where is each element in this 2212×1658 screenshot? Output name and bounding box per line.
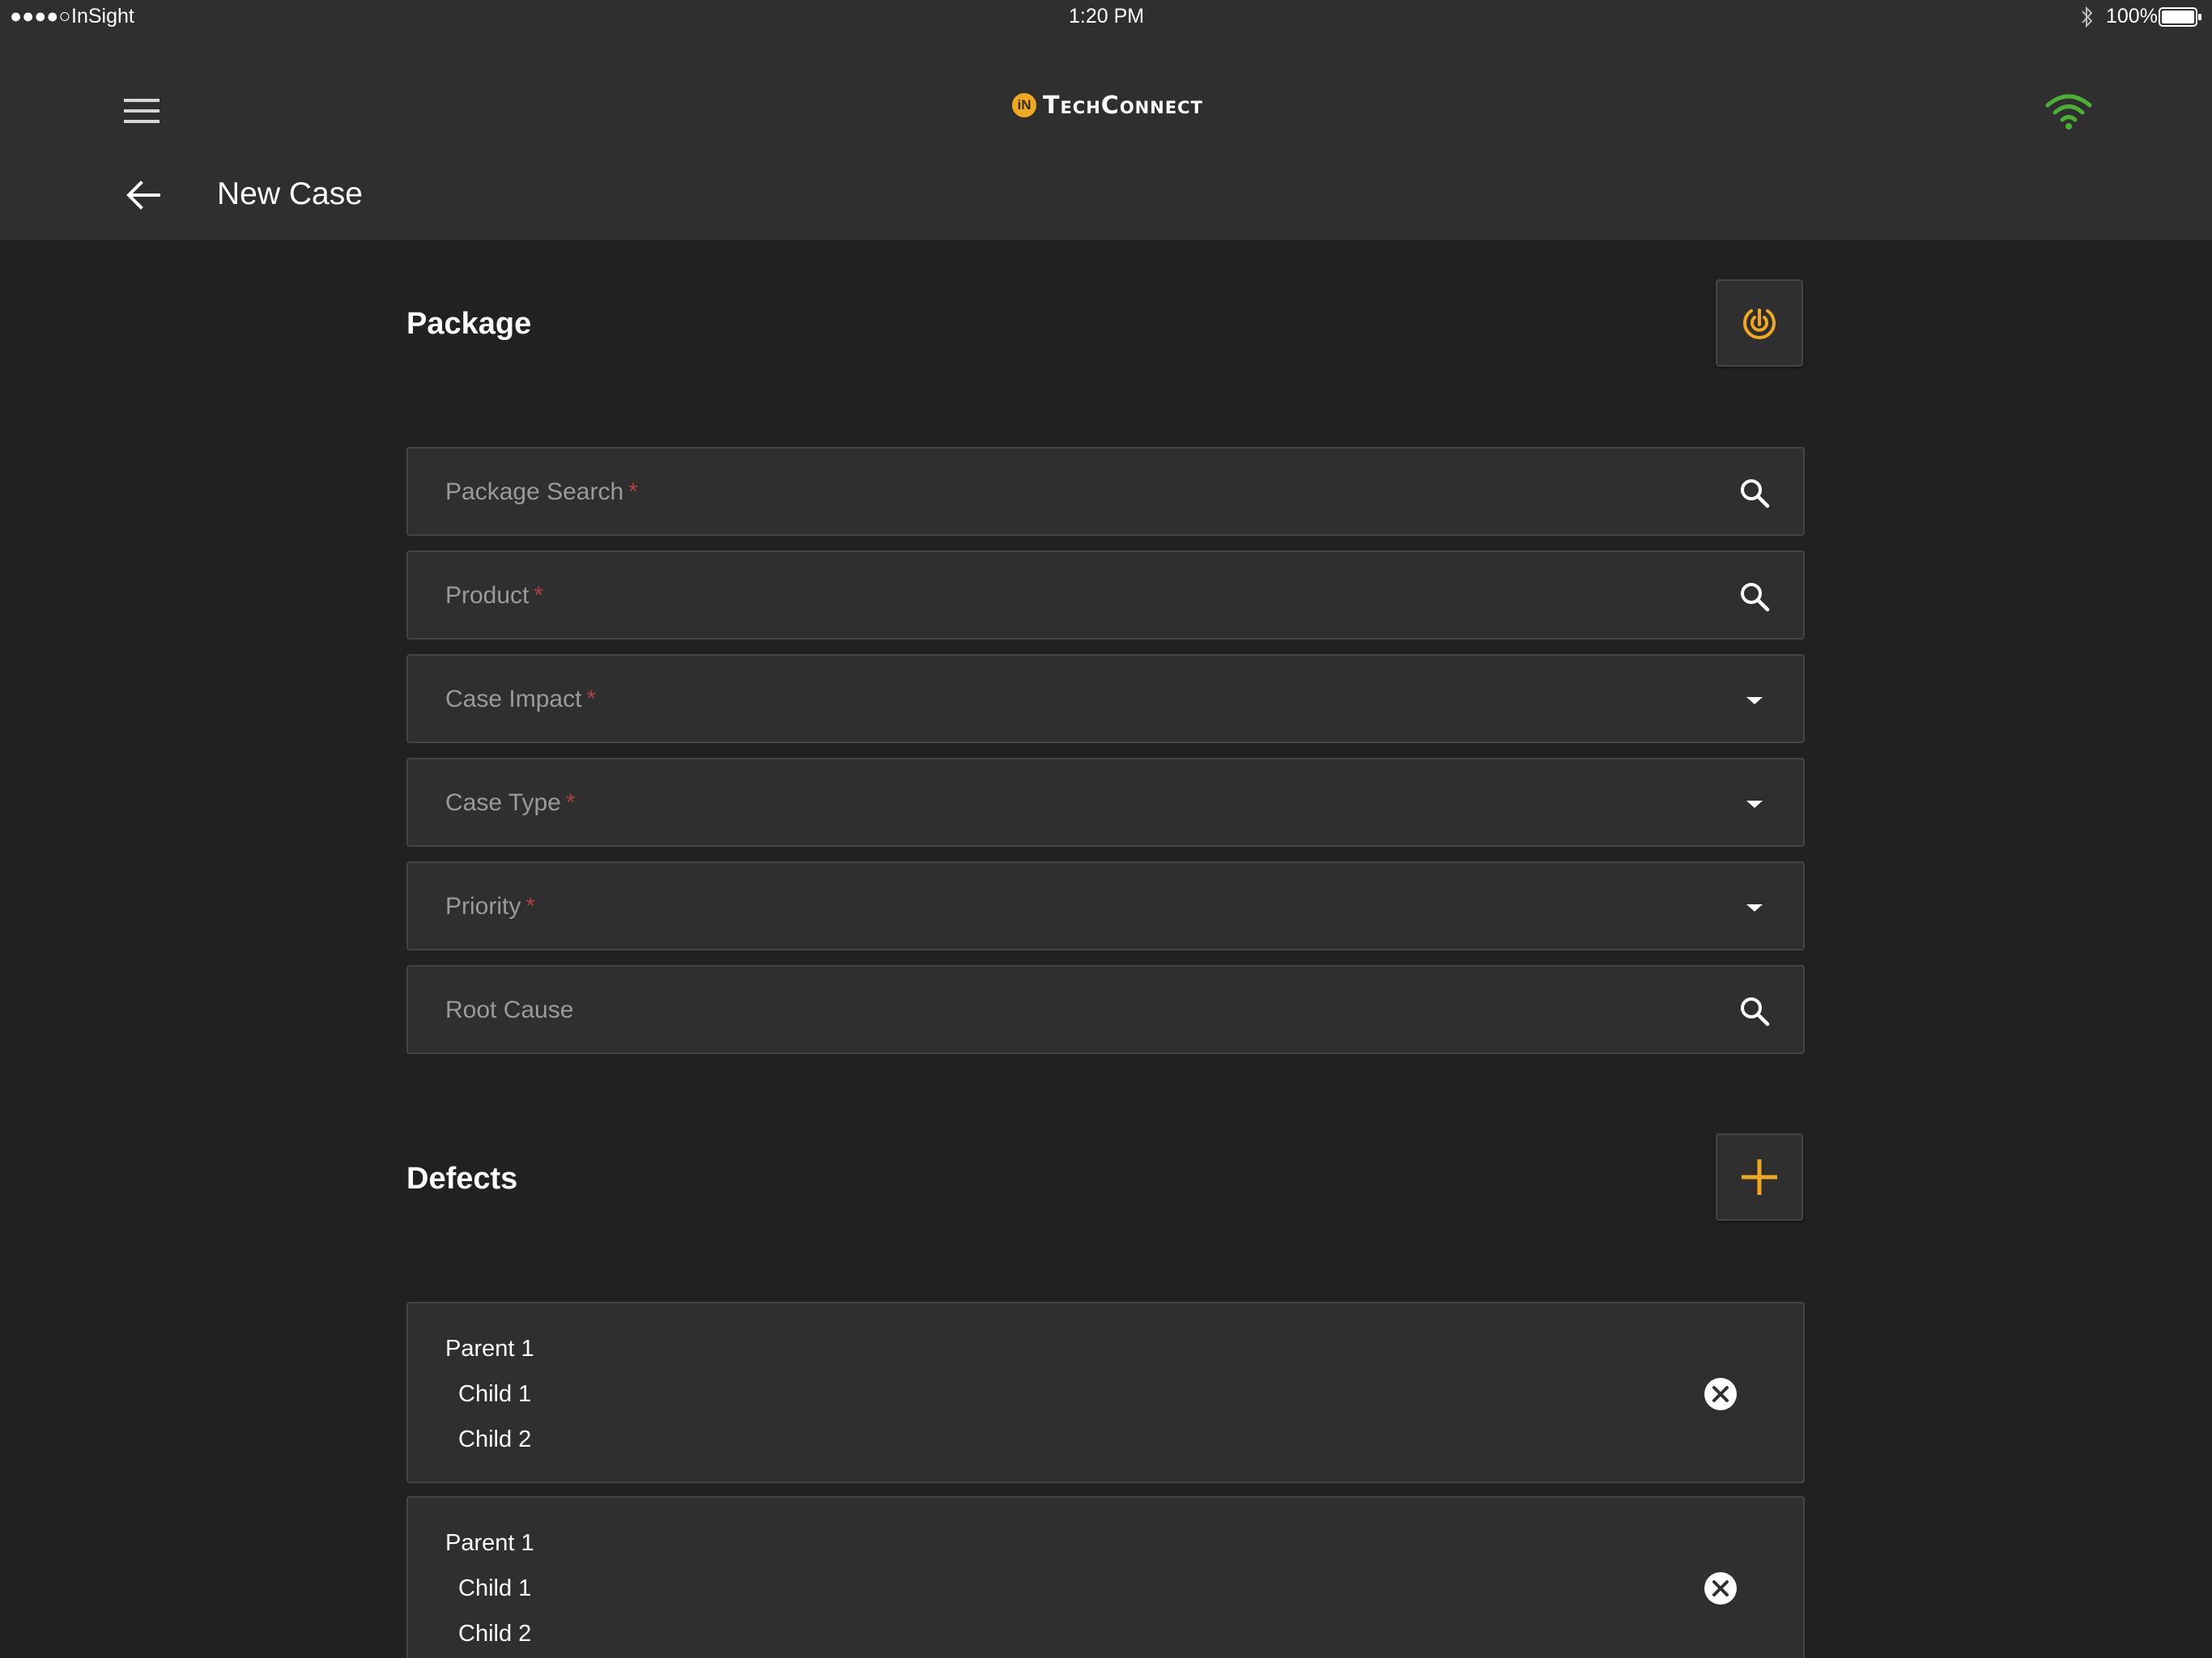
package-search-field[interactable]: Package Search * <box>406 447 1805 536</box>
defect-child: Child 1 <box>458 1575 532 1601</box>
required-marker: * <box>586 686 597 712</box>
battery-icon <box>2159 7 2201 27</box>
defect-parent: Parent 1 <box>445 1530 534 1556</box>
wifi-icon <box>2045 94 2092 130</box>
hamburger-menu-icon[interactable] <box>121 91 162 131</box>
carrier-name: InSight <box>71 5 134 28</box>
signal-strength: ●●●●○ <box>10 5 71 28</box>
battery-percent: 100% <box>2106 5 2158 28</box>
defects-section-title: Defects <box>406 1162 518 1196</box>
logo-text: TechConnect <box>1043 91 1203 120</box>
status-bar: ●●●●○ InSight 1:20 PM 100% <box>0 0 2212 34</box>
defect-parent: Parent 1 <box>445 1336 534 1362</box>
page-title: New Case <box>217 176 363 211</box>
search-icon[interactable] <box>1738 995 1771 1027</box>
logo-badge: iN <box>1012 93 1036 117</box>
field-label: Case Impact * <box>445 686 597 712</box>
remove-defect-icon[interactable] <box>1703 1571 1738 1606</box>
required-marker: * <box>628 478 638 505</box>
field-label: Case Type * <box>445 789 576 816</box>
field-label: Product * <box>445 582 544 609</box>
defect-card: Parent 1 Child 1 Child 2 <box>406 1496 1805 1658</box>
required-marker: * <box>534 582 544 609</box>
remove-defect-icon[interactable] <box>1703 1376 1738 1412</box>
case-impact-select[interactable]: Case Impact * <box>406 654 1805 743</box>
status-time: 1:20 PM <box>1069 5 1145 28</box>
defect-child: Child 2 <box>458 1426 532 1452</box>
defect-child: Child 2 <box>458 1621 532 1647</box>
techconnect-logo: iN TechConnect <box>1012 89 1203 121</box>
search-icon[interactable] <box>1738 580 1771 613</box>
add-defect-button[interactable] <box>1716 1133 1803 1221</box>
product-field[interactable]: Product * <box>406 551 1805 640</box>
case-type-select[interactable]: Case Type * <box>406 758 1805 847</box>
package-section-title: Package <box>406 307 532 341</box>
plus-icon <box>1742 1159 1777 1195</box>
defect-child: Child 1 <box>458 1381 532 1407</box>
priority-select[interactable]: Priority * <box>406 861 1805 950</box>
required-marker: * <box>525 893 536 920</box>
field-label: Root Cause <box>445 997 574 1023</box>
required-marker: * <box>565 789 576 816</box>
dropdown-arrow-icon[interactable] <box>1738 684 1771 716</box>
back-arrow-icon[interactable] <box>123 175 164 215</box>
dropdown-arrow-icon[interactable] <box>1738 891 1771 924</box>
scan-target-icon <box>1743 308 1776 339</box>
scan-button[interactable] <box>1716 279 1803 367</box>
defect-card: Parent 1 Child 1 Child 2 <box>406 1302 1805 1483</box>
root-cause-field[interactable]: Root Cause <box>406 965 1805 1054</box>
search-icon[interactable] <box>1738 477 1771 509</box>
dropdown-arrow-icon[interactable] <box>1738 788 1771 820</box>
bluetooth-icon <box>2082 6 2093 28</box>
field-label: Priority * <box>445 893 536 920</box>
field-label: Package Search * <box>445 478 638 505</box>
